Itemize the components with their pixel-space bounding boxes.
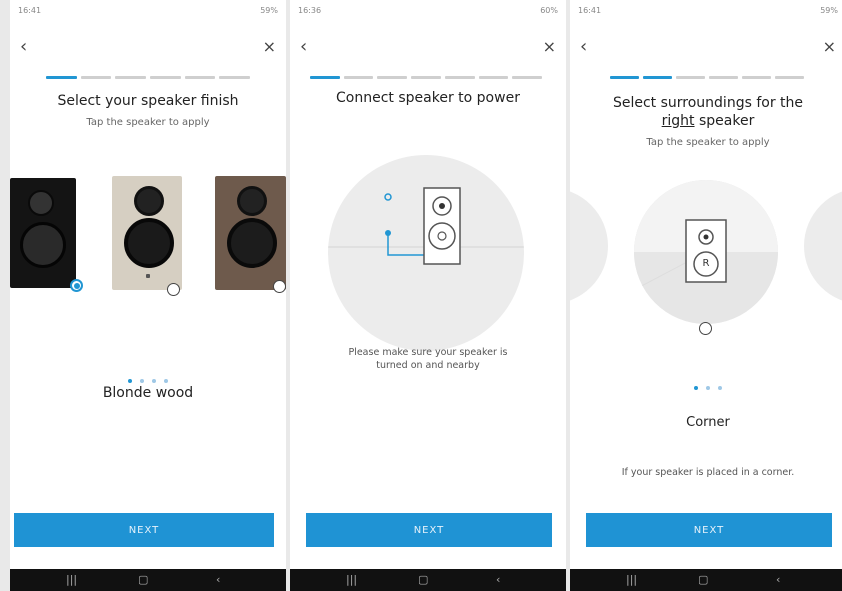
speaker-side-letter: R — [702, 258, 710, 269]
system-nav-bar: ||| ▢ ‹ — [570, 569, 842, 591]
surrounding-option-prev[interactable] — [570, 188, 608, 304]
speaker-finish-walnut[interactable] — [215, 176, 286, 290]
surrounding-description: If your speaker is placed in a corner. — [621, 467, 795, 478]
home-icon[interactable]: ▢ — [418, 573, 428, 586]
progress-indicator — [46, 76, 251, 79]
corner-speaker-icon — [634, 180, 778, 324]
status-time: 16:41 — [578, 6, 602, 15]
status-bar: 16:36 60% — [298, 6, 558, 18]
surrounding-option-corner[interactable]: R — [634, 180, 778, 324]
speaker-power-icon — [328, 187, 524, 265]
status-battery: 59% — [260, 6, 278, 15]
status-battery: 60% — [540, 6, 558, 15]
selected-surrounding-name: Corner — [686, 415, 730, 430]
close-icon[interactable]: × — [263, 38, 276, 56]
system-nav-bar: ||| ▢ ‹ — [10, 569, 286, 591]
page-title: Connect speaker to power — [336, 90, 520, 106]
screen-speaker-finish: 16:41 59% ‹ × Select your speaker finish… — [10, 0, 286, 591]
back-nav-icon[interactable]: ‹ — [216, 573, 220, 586]
page-title: Select your speaker finish — [57, 93, 239, 109]
status-battery: 59% — [820, 6, 838, 15]
speaker-finish-black[interactable] — [10, 178, 76, 288]
close-icon[interactable]: × — [823, 38, 836, 56]
carousel-dots — [570, 375, 842, 394]
page-title-line1: Select surroundings for the — [612, 95, 804, 111]
back-arrow-icon[interactable]: ‹ — [580, 38, 587, 56]
back-arrow-icon[interactable]: ‹ — [20, 38, 27, 56]
finish-radio-blonde[interactable] — [167, 283, 180, 296]
home-icon[interactable]: ▢ — [138, 573, 148, 586]
status-bar: 16:41 59% — [18, 6, 278, 18]
close-icon[interactable]: × — [543, 38, 556, 56]
next-button[interactable]: NEXT — [14, 513, 274, 547]
power-illustration — [328, 155, 524, 351]
power-message-line2: turned on and nearby — [376, 360, 480, 371]
progress-indicator — [610, 76, 804, 79]
recent-apps-icon[interactable]: ||| — [66, 573, 77, 586]
finish-radio-walnut[interactable] — [273, 280, 286, 293]
next-button[interactable]: NEXT — [306, 513, 552, 547]
home-icon[interactable]: ▢ — [698, 573, 708, 586]
screen-surroundings: 16:41 59% ‹ × Select surroundings for th… — [570, 0, 842, 591]
progress-indicator — [310, 76, 543, 79]
next-button[interactable]: NEXT — [586, 513, 832, 547]
page-subtitle: Tap the speaker to apply — [646, 137, 770, 148]
title-rest: speaker — [694, 113, 755, 129]
status-time: 16:41 — [18, 6, 42, 15]
status-time: 16:36 — [298, 6, 322, 15]
recent-apps-icon[interactable]: ||| — [626, 573, 637, 586]
power-message-line1: Please make sure your speaker is — [348, 347, 508, 358]
page-title-line2: right speaker — [570, 113, 842, 129]
system-nav-bar: ||| ▢ ‹ — [290, 569, 566, 591]
speaker-finish-blonde[interactable] — [112, 176, 182, 290]
status-bar: 16:41 59% — [578, 6, 838, 18]
recent-apps-icon[interactable]: ||| — [346, 573, 357, 586]
page-subtitle: Tap the speaker to apply — [86, 117, 210, 128]
surrounding-radio-corner[interactable] — [699, 322, 712, 335]
surrounding-option-next[interactable] — [804, 188, 842, 304]
finish-radio-black[interactable] — [70, 279, 83, 292]
title-underlined-word: right — [661, 113, 695, 129]
selected-finish-name: Blonde wood — [102, 385, 194, 401]
screen-connect-power: 16:36 60% ‹ × Connect speaker to power P… — [290, 0, 566, 591]
back-nav-icon[interactable]: ‹ — [496, 573, 500, 586]
back-arrow-icon[interactable]: ‹ — [300, 38, 307, 56]
back-nav-icon[interactable]: ‹ — [776, 573, 780, 586]
